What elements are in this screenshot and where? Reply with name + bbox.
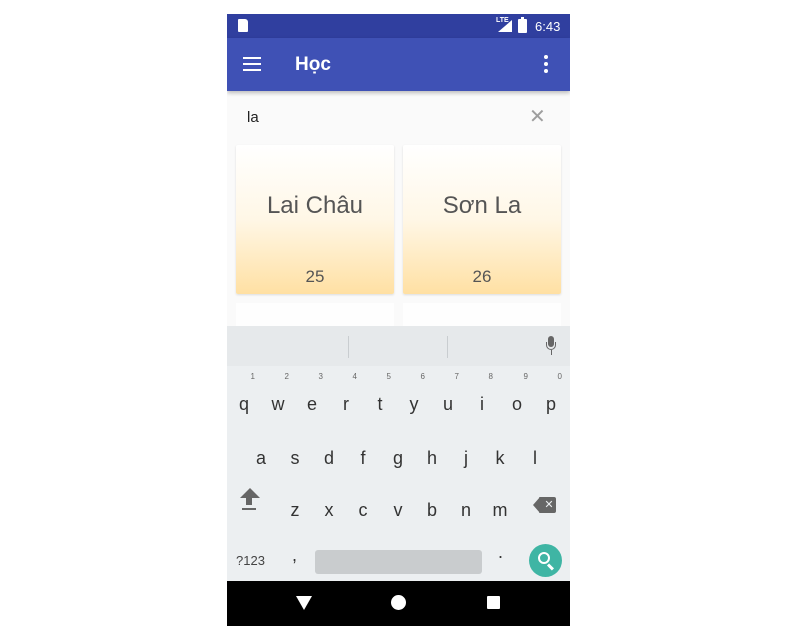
key-u[interactable]: u7 — [434, 372, 462, 424]
province-card[interactable]: Lai Châu 25 — [236, 145, 394, 294]
navigation-bar — [227, 581, 570, 626]
key-hint: 1 — [250, 372, 255, 381]
status-bar: LTE 6:43 — [227, 14, 570, 38]
key-m[interactable]: m — [486, 490, 514, 530]
key-label: e — [306, 394, 317, 414]
key-t[interactable]: t5 — [366, 372, 394, 424]
key-z[interactable]: z — [281, 490, 309, 530]
key-label: o — [511, 394, 522, 414]
key-hint: 2 — [284, 372, 289, 381]
page-title: Học — [295, 54, 331, 75]
key-r[interactable]: r4 — [332, 372, 360, 424]
suggestion-strip — [227, 326, 570, 366]
key-c[interactable]: c — [349, 490, 377, 530]
province-card[interactable]: Sơn La 26 — [403, 145, 561, 294]
key-x[interactable]: x — [315, 490, 343, 530]
key-s[interactable]: s — [281, 438, 309, 478]
key-label: y — [409, 394, 419, 414]
symbols-key[interactable]: ?123 — [236, 553, 265, 568]
menu-icon[interactable] — [243, 57, 261, 71]
status-time: 6:43 — [535, 19, 561, 34]
backspace-icon[interactable]: ✕ — [533, 497, 557, 513]
search-icon[interactable] — [529, 544, 562, 577]
card-number: 25 — [305, 267, 325, 286]
key-k[interactable]: k — [486, 438, 514, 478]
recents-icon[interactable] — [487, 596, 500, 609]
phone-screen: LTE 6:43 Học la ✕ Lai Châu 25 Sơn La 26 — [227, 14, 570, 626]
key-v[interactable]: v — [384, 490, 412, 530]
soft-keyboard: q1 w2 e3 r4 t5 y6 u7 i8 o9 p0 a s d f g … — [227, 326, 570, 581]
key-b[interactable]: b — [418, 490, 446, 530]
key-n[interactable]: n — [452, 490, 480, 530]
key-e[interactable]: e3 — [298, 372, 326, 424]
sd-card-icon — [238, 19, 248, 32]
shift-icon[interactable] — [239, 488, 261, 518]
key-q[interactable]: q1 — [230, 372, 258, 424]
key-label: i — [480, 394, 484, 414]
key-label: r — [343, 394, 349, 414]
card-name: Lai Châu — [266, 192, 364, 219]
app-bar: Học — [227, 38, 570, 91]
key-a[interactable]: a — [247, 438, 275, 478]
key-hint: 4 — [352, 372, 357, 381]
key-i[interactable]: i8 — [468, 372, 496, 424]
mic-icon[interactable] — [546, 336, 556, 358]
key-w[interactable]: w2 — [264, 372, 292, 424]
key-hint: 8 — [488, 372, 493, 381]
key-hint: 9 — [523, 372, 528, 381]
key-hint: 3 — [318, 372, 323, 381]
card-number: 26 — [472, 267, 492, 286]
period-key[interactable]: . — [498, 542, 503, 563]
key-label: t — [377, 394, 383, 414]
key-label: u — [442, 394, 453, 414]
key-o[interactable]: o9 — [503, 372, 531, 424]
key-l[interactable]: l — [521, 438, 549, 478]
suggestion-divider — [348, 336, 349, 358]
key-label: q — [238, 394, 249, 414]
battery-icon — [518, 17, 527, 33]
key-y[interactable]: y6 — [400, 372, 428, 424]
key-d[interactable]: d — [315, 438, 343, 478]
close-icon[interactable]: ✕ — [529, 107, 546, 127]
key-hint: 5 — [386, 372, 391, 381]
key-hint: 0 — [557, 372, 562, 381]
key-p[interactable]: p0 — [537, 372, 565, 424]
search-bar: la ✕ — [227, 91, 570, 141]
comma-key[interactable]: , — [292, 545, 297, 566]
more-vert-icon[interactable] — [544, 55, 548, 73]
card-name: Sơn La — [442, 192, 522, 219]
key-label: p — [545, 394, 556, 414]
key-label: w — [271, 394, 285, 414]
key-g[interactable]: g — [384, 438, 412, 478]
space-bar[interactable] — [315, 550, 482, 574]
key-hint: 7 — [454, 372, 459, 381]
search-input[interactable]: la — [247, 109, 259, 126]
back-icon[interactable] — [296, 596, 312, 610]
key-f[interactable]: f — [349, 438, 377, 478]
suggestion-divider — [447, 336, 448, 358]
signal-icon — [498, 20, 512, 32]
key-h[interactable]: h — [418, 438, 446, 478]
home-icon[interactable] — [391, 595, 406, 610]
key-j[interactable]: j — [452, 438, 480, 478]
key-hint: 6 — [420, 372, 425, 381]
